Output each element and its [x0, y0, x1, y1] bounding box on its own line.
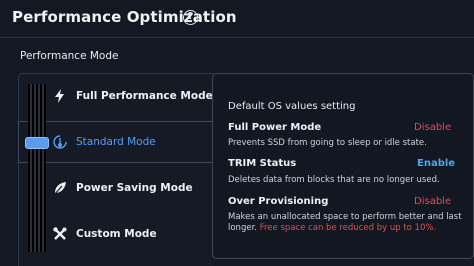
- setting-desc-over-provisioning-line1: Makes an unallocated space to perform be…: [228, 212, 462, 222]
- mode-label: Full Performance Mode: [76, 90, 213, 102]
- mode-item-full-performance[interactable]: Full Performance Mode: [52, 84, 213, 108]
- desc-text: longer.: [228, 223, 257, 233]
- details-heading: Default OS values setting: [228, 101, 356, 112]
- leaf-icon: [52, 180, 68, 196]
- lightning-icon: [52, 88, 68, 104]
- page-title: Performance Optimization: [12, 8, 237, 26]
- tools-icon: [52, 226, 68, 242]
- setting-title-over-provisioning: Over Provisioning: [228, 196, 329, 207]
- status-badge-over-provisioning: Disable: [414, 196, 452, 207]
- section-title: Performance Mode: [20, 50, 119, 62]
- setting-desc-full-power: Prevents SSD from going to sleep or idle…: [228, 138, 427, 148]
- mode-item-standard[interactable]: Standard Mode: [52, 130, 212, 154]
- question-circle-icon[interactable]: ?: [183, 10, 198, 25]
- mode-slider-thumb[interactable]: [25, 137, 49, 149]
- thermometer-icon: [52, 134, 68, 150]
- status-badge-trim: Enable: [417, 158, 456, 169]
- mode-slider-track[interactable]: [28, 84, 46, 252]
- mode-label: Power Saving Mode: [76, 182, 193, 194]
- setting-title-full-power: Full Power Mode: [228, 122, 322, 133]
- setting-title-trim: TRIM Status: [228, 158, 297, 169]
- mode-item-custom[interactable]: Custom Mode: [52, 222, 212, 246]
- setting-desc-over-provisioning-line2: longer. Free space can be reduced by up …: [228, 223, 436, 233]
- mode-item-power-saving[interactable]: Power Saving Mode: [52, 176, 212, 200]
- status-badge-full-power: Disable: [414, 122, 452, 133]
- mode-label: Custom Mode: [76, 228, 157, 240]
- header: Performance Optimization ?: [0, 0, 474, 38]
- setting-desc-trim: Deletes data from blocks that are no lon…: [228, 175, 440, 185]
- mode-label: Standard Mode: [76, 136, 156, 148]
- warning-text: Free space can be reduced by up to 10%.: [259, 223, 437, 233]
